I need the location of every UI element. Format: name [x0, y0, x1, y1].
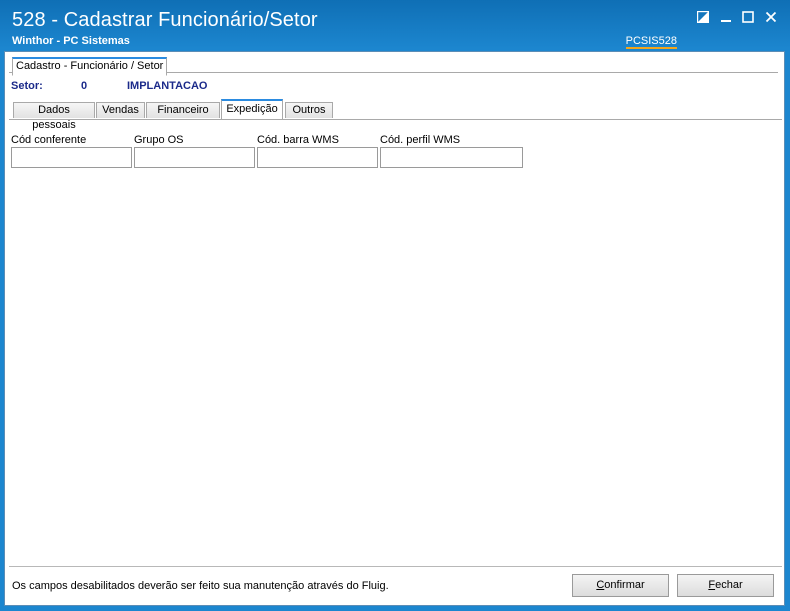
tab-dados-pessoais[interactable]: Dados pessoais: [13, 102, 95, 131]
close-button[interactable]: Fechar: [677, 574, 774, 597]
close-icon[interactable]: [762, 9, 780, 25]
tab-outros[interactable]: Outros: [285, 102, 333, 118]
close-label-rest: echar: [715, 579, 743, 591]
confirm-label-rest: onfirmar: [604, 579, 645, 591]
cod-perfil-wms-label: Cód. perfil WMS: [380, 134, 461, 146]
window-title: 528 - Cadastrar Funcionário/Setor: [12, 9, 318, 31]
tab-financeiro[interactable]: Financeiro: [146, 102, 220, 118]
cod-perfil-wms-input[interactable]: [380, 147, 523, 168]
footer-note: Os campos desabilitados deverão ser feit…: [12, 580, 389, 592]
confirm-button[interactable]: Confirmar: [572, 574, 669, 597]
grupo-os-label: Grupo OS: [134, 134, 184, 146]
setor-code: 0: [81, 80, 88, 92]
minimize-icon[interactable]: [717, 9, 735, 25]
section-tabs: Dados pessoais Vendas Financeiro Expediç…: [9, 98, 782, 131]
cod-barra-wms-input[interactable]: [257, 147, 378, 168]
cod-conferente-label: Cód conferente: [11, 134, 87, 146]
setor-name: IMPLANTACAO: [127, 80, 208, 92]
tab-cadastro-funcionario-setor[interactable]: Cadastro - Funcionário / Setor: [12, 57, 168, 76]
main-tabstrip: Cadastro - Funcionário / Setor: [9, 55, 778, 76]
title-bar[interactable]: 528 - Cadastrar Funcionário/Setor Wintho…: [0, 0, 790, 50]
cod-conferente-input[interactable]: [11, 147, 132, 168]
window-subtitle: Winthor - PC Sistemas: [12, 35, 130, 47]
grupo-os-input[interactable]: [134, 147, 255, 168]
restore-icon[interactable]: [694, 9, 712, 25]
app-window: 528 - Cadastrar Funcionário/Setor Wintho…: [0, 0, 790, 611]
tab-vendas[interactable]: Vendas: [96, 102, 145, 118]
maximize-icon[interactable]: [739, 9, 757, 25]
cod-barra-wms-label: Cód. barra WMS: [257, 134, 339, 146]
client-area: Cadastro - Funcionário / Setor Setor: 0 …: [4, 51, 785, 606]
tab-expedicao[interactable]: Expedição: [221, 99, 283, 119]
app-code-link[interactable]: PCSIS528: [625, 35, 677, 49]
setor-label: Setor:: [11, 80, 43, 92]
footer-divider: [9, 566, 782, 567]
